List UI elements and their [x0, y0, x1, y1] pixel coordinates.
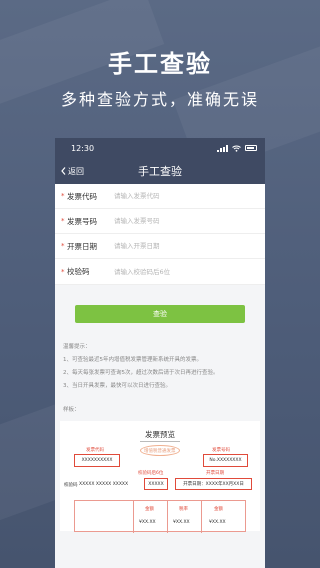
issue-date-sample-label: 开票日期: [206, 471, 224, 476]
grid-column-value: ¥XX.XX: [173, 520, 190, 525]
signal-icon: [217, 144, 228, 152]
issue-date-sample-box: 开票日期：XXXX年XX月XX日: [175, 478, 252, 490]
tip-item: 3、当日开具发票，最快可以次日进行查验。: [63, 383, 172, 389]
sample-label: 样板：: [63, 407, 80, 413]
battery-icon: [245, 145, 257, 151]
check-code-input[interactable]: [114, 267, 265, 276]
status-icons: [217, 144, 257, 152]
phone-screen: 12:30 返回 手工查验 * 发票代码 *: [55, 138, 265, 568]
invoice-code-label: 发票代码: [67, 191, 97, 201]
issue-date-input[interactable]: [114, 242, 265, 250]
invoice-number-input[interactable]: [114, 217, 265, 225]
tips: 温馨提示： 1、可查验最近5年内增值税发票管理新系统开具的发票。 2、每天每张发…: [63, 341, 259, 393]
grid-divider: [201, 501, 202, 533]
title-underline: [140, 441, 180, 442]
invoice-number-label: 发票号码: [67, 216, 97, 226]
wifi-icon: [232, 145, 241, 152]
status-time: 12:30: [71, 143, 95, 153]
check-code-plain-value: XXXXX XXXXX XXXXX: [79, 482, 129, 487]
invoice-sample-title: 发票预览: [145, 430, 175, 439]
invoice-sample: 发票预览 发票代码 XXXXXXXXXX 增值税普通发票 发票号码 No.XXX…: [60, 421, 260, 533]
invoice-number-sample-box: No.XXXXXXXX: [203, 454, 248, 467]
check-button[interactable]: 查验: [75, 305, 245, 323]
hero-title: 手工查验: [108, 50, 212, 78]
grid-column-label: 税率: [179, 507, 188, 512]
form-row-issue-date: * 开票日期: [55, 234, 265, 259]
invoice-code-sample-box: XXXXXXXXXX: [74, 454, 120, 467]
check-code-sample-box: XXXXX: [144, 478, 168, 490]
check-code-sample-label: 校验码后6位: [138, 471, 164, 476]
check-code-prefix: 校验码: [64, 483, 78, 488]
grid-column-value: ¥XX.XX: [209, 520, 226, 525]
issue-date-label: 开票日期: [67, 241, 97, 251]
tip-item: 1、可查验最近5年内增值税发票管理新系统开具的发票。: [63, 357, 203, 363]
hero-subtitle: 多种查验方式，准确无误: [60, 90, 259, 109]
grid-column-label: 金额: [214, 507, 223, 512]
invoice-number-sample-label: 发票号码: [212, 448, 230, 453]
invoice-form: * 发票代码 * 发票号码 * 开票日期 * 校验码: [55, 184, 265, 285]
form-row-invoice-number: * 发票号码: [55, 209, 265, 234]
form-row-invoice-code: * 发票代码: [55, 184, 265, 209]
nav-bar: 返回 手工查验: [55, 158, 265, 184]
check-code-label: 校验码: [67, 267, 90, 276]
status-bar: 12:30: [55, 138, 265, 158]
nav-title: 手工查验: [138, 165, 182, 178]
back-button[interactable]: 返回: [61, 158, 84, 184]
tips-heading: 温馨提示：: [63, 344, 91, 350]
grid-column-label: 金额: [145, 507, 154, 512]
grid-column-value: ¥XX.XX: [139, 520, 156, 525]
invoice-code-input[interactable]: [114, 192, 265, 200]
grid-divider: [133, 501, 134, 533]
invoice-code-sample-label: 发票代码: [86, 448, 104, 453]
chevron-left-icon: [61, 167, 66, 175]
invoice-amount-grid: 金额 税率 金额 ¥XX.XX ¥XX.XX ¥XX.XX: [74, 500, 246, 533]
grid-divider: [167, 501, 168, 533]
tip-item: 2、每天每张发票可查询5次，超过次数后请于次日再进行查验。: [63, 370, 219, 376]
watermark-text: 增值税普通发票: [144, 449, 176, 454]
back-label: 返回: [68, 166, 84, 176]
form-row-check-code: * 校验码: [55, 259, 265, 285]
